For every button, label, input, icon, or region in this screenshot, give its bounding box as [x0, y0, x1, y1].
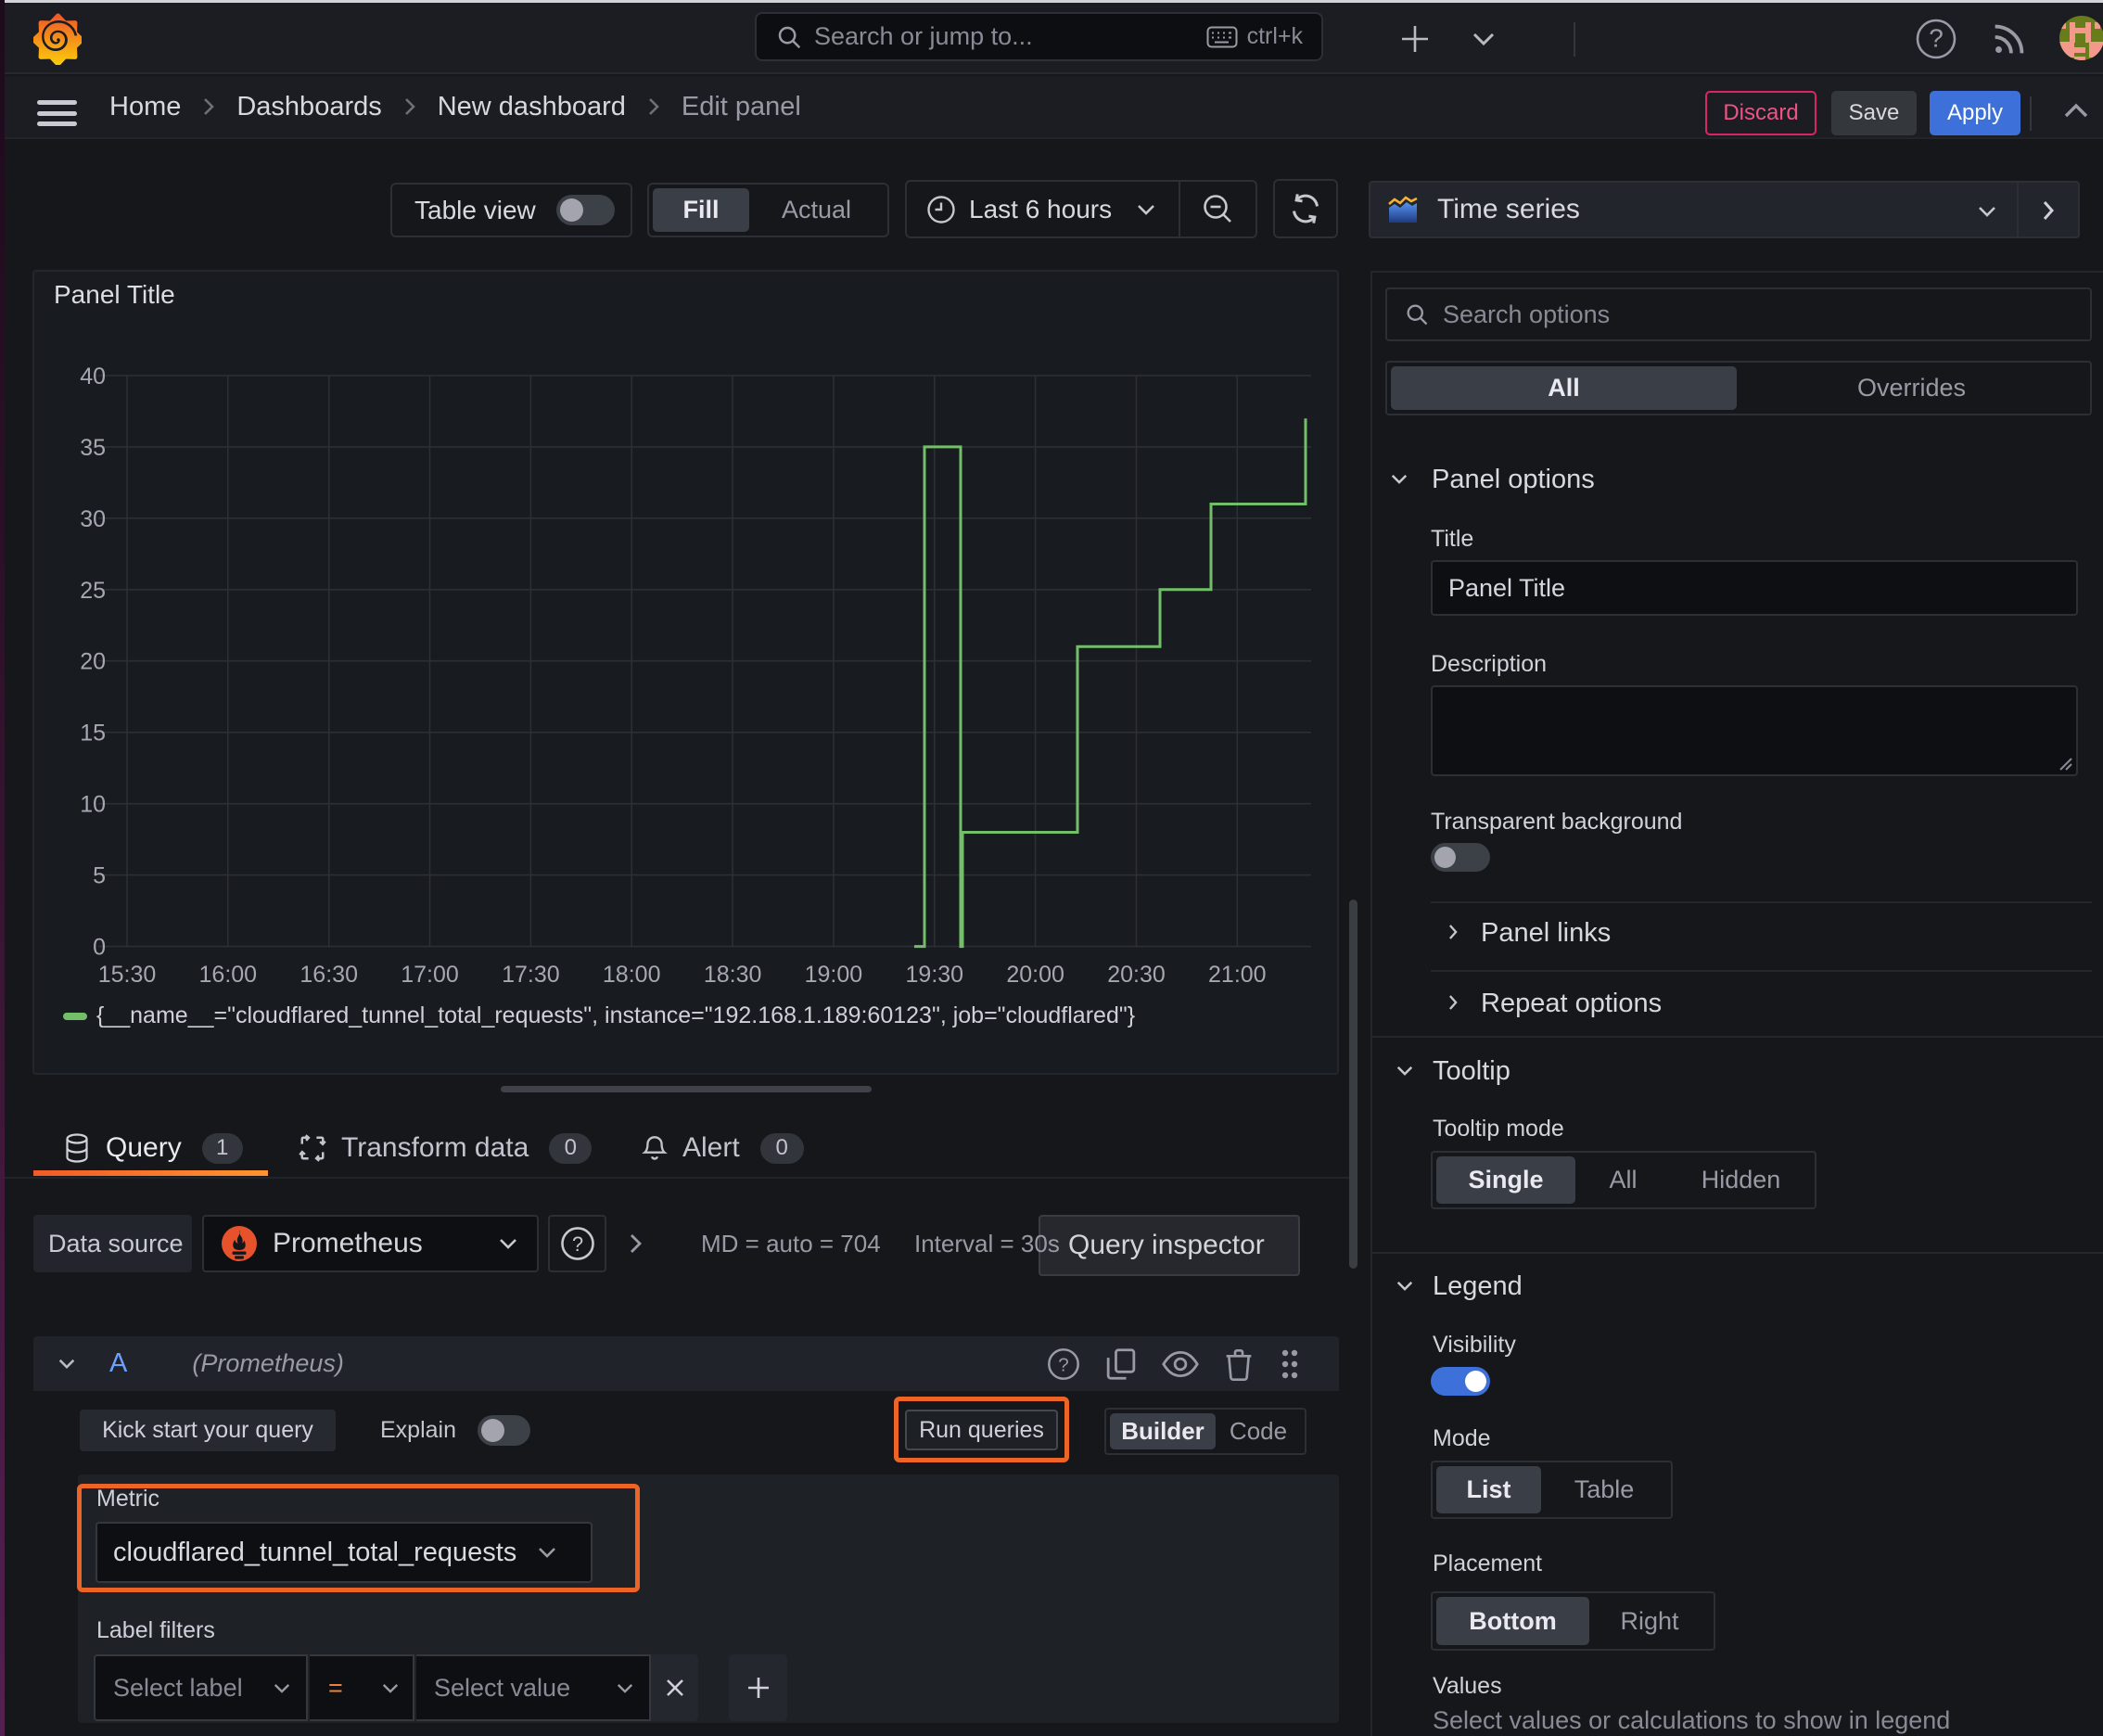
svg-text:18:30: 18:30 [704, 962, 762, 988]
svg-text:19:30: 19:30 [906, 962, 964, 988]
svg-text:?: ? [1058, 1354, 1068, 1375]
svg-text:{__name__="cloudflared_tunnel_: {__name__="cloudflared_tunnel_total_requ… [96, 1002, 1135, 1028]
svg-text:0: 0 [93, 935, 106, 961]
svg-text:19:00: 19:00 [805, 962, 863, 988]
svg-text:30: 30 [80, 506, 106, 532]
svg-text:16:00: 16:00 [199, 962, 258, 988]
svg-text:15: 15 [80, 721, 106, 747]
svg-text:21:00: 21:00 [1208, 962, 1267, 988]
svg-text:20: 20 [80, 649, 106, 675]
svg-text:20:00: 20:00 [1006, 962, 1064, 988]
svg-text:15:30: 15:30 [98, 962, 157, 988]
svg-text:17:00: 17:00 [401, 962, 459, 988]
svg-text:17:30: 17:30 [502, 962, 560, 988]
svg-text:10: 10 [80, 792, 106, 818]
svg-text:?: ? [1929, 24, 1944, 53]
svg-text:35: 35 [80, 435, 106, 461]
svg-text:25: 25 [80, 578, 106, 604]
svg-text:16:30: 16:30 [300, 962, 358, 988]
svg-text:5: 5 [93, 863, 106, 889]
svg-text:20:30: 20:30 [1107, 962, 1166, 988]
svg-text:?: ? [571, 1232, 582, 1256]
svg-text:18:00: 18:00 [603, 962, 661, 988]
svg-text:40: 40 [80, 364, 106, 389]
